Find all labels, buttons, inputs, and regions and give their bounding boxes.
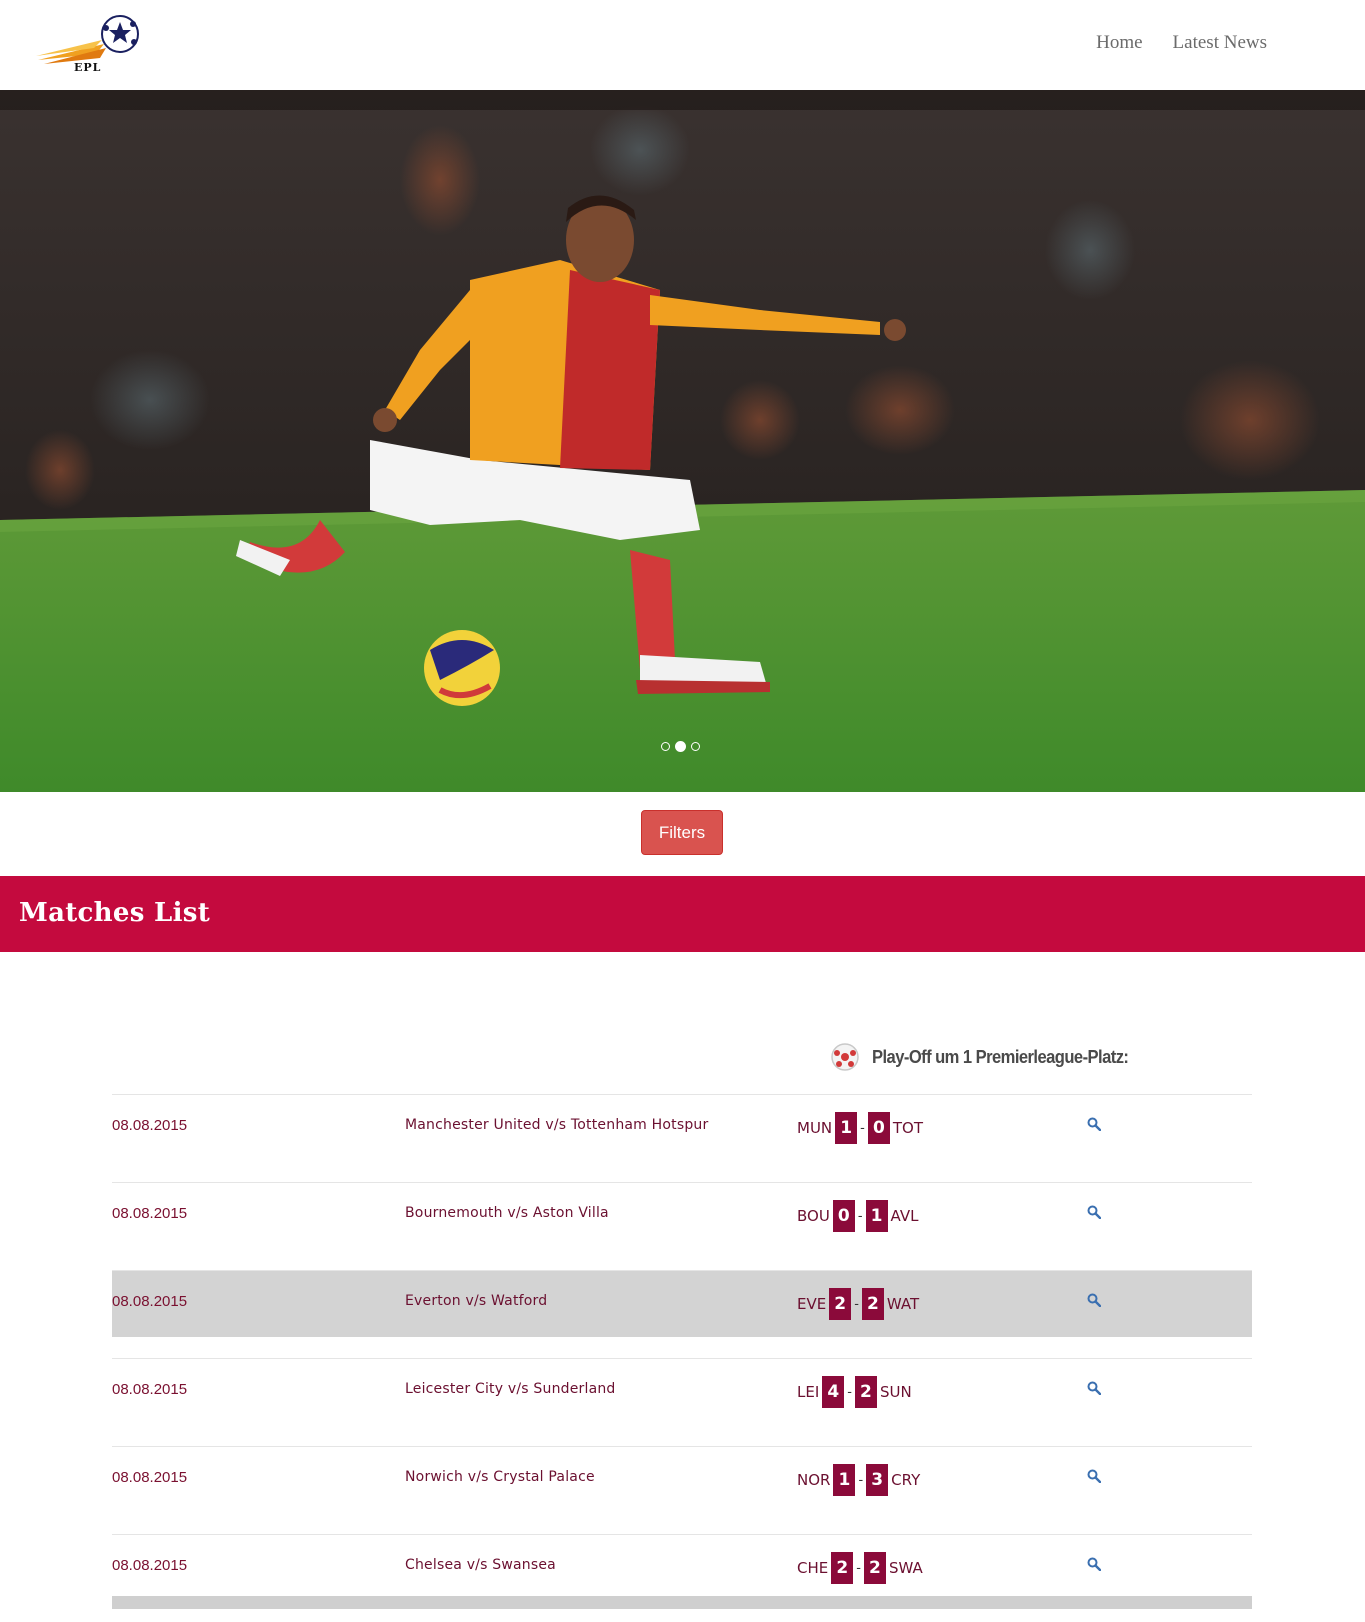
match-score: EVE 2 - 2 WAT — [794, 1287, 922, 1321]
score-separator: - — [856, 1560, 861, 1576]
away-team-code: SUN — [879, 1383, 912, 1401]
matches-list-banner: Matches List — [0, 876, 1365, 952]
match-teams: Norwich v/s Crystal Palace — [405, 1469, 595, 1485]
match-date: 08.08.2015 — [112, 1469, 188, 1486]
match-row[interactable]: 08.08.2015 Leicester City v/s Sunderland… — [112, 1358, 1252, 1425]
match-row[interactable]: 08.08.2015 Bournemouth v/s Aston Villa B… — [112, 1182, 1252, 1249]
away-score: 2 — [863, 1552, 886, 1584]
match-score: LEI 4 - 2 SUN — [794, 1375, 915, 1409]
match-score: MUN 1 - 0 TOT — [794, 1111, 926, 1145]
home-team-code: NOR — [797, 1471, 831, 1489]
carousel-dot-2[interactable] — [675, 741, 686, 752]
match-teams: Bournemouth v/s Aston Villa — [405, 1205, 609, 1221]
home-score: 0 — [832, 1200, 855, 1232]
match-row[interactable]: 08.08.2015 Norwich v/s Crystal Palace NO… — [112, 1446, 1252, 1513]
match-teams: Everton v/s Watford — [405, 1293, 548, 1309]
away-team-code: CRY — [891, 1471, 921, 1489]
carousel-dot-1[interactable] — [661, 742, 670, 751]
match-date: 08.08.2015 — [112, 1557, 188, 1574]
match-date: 08.08.2015 — [112, 1117, 188, 1134]
away-score: 2 — [854, 1376, 877, 1408]
away-score: 1 — [865, 1200, 888, 1232]
search-icon[interactable] — [1087, 1117, 1101, 1131]
match-row[interactable]: 08.08.2015 Manchester United v/s Tottenh… — [112, 1094, 1252, 1161]
match-date: 08.08.2015 — [112, 1381, 188, 1398]
soccer-ball-icon — [831, 1043, 859, 1071]
match-score: BOU 0 - 1 AVL — [794, 1199, 921, 1233]
away-team-code: TOT — [892, 1119, 923, 1137]
league-header: Play-Off um 1 Premierleague-Platz: — [830, 1042, 1151, 1072]
match-date: 08.08.2015 — [112, 1293, 188, 1310]
home-score: 1 — [833, 1464, 856, 1496]
match-score: NOR 1 - 3 CRY — [794, 1463, 923, 1497]
search-icon[interactable] — [1087, 1469, 1101, 1483]
carousel-dot-3[interactable] — [691, 742, 700, 751]
match-teams: Chelsea v/s Swansea — [405, 1557, 556, 1573]
main-nav: Home Latest News — [1096, 32, 1267, 54]
navbar: EPL Home Latest News — [0, 0, 1365, 90]
table-bottom-bar — [112, 1596, 1252, 1609]
score-separator: - — [858, 1472, 864, 1488]
home-score: 2 — [831, 1552, 854, 1584]
score-separator: - — [860, 1120, 865, 1136]
nav-latest-news[interactable]: Latest News — [1173, 32, 1267, 54]
home-team-code: LEI — [797, 1383, 820, 1401]
matches-list-title: Matches List — [19, 898, 211, 928]
home-team-code: MUN — [797, 1119, 833, 1137]
league-title: Play-Off um 1 Premierleague-Platz: — [872, 1046, 1129, 1067]
home-score: 1 — [835, 1112, 858, 1144]
search-icon[interactable] — [1087, 1293, 1101, 1307]
hero-football-image — [0, 90, 1365, 792]
logo-text: EPL — [74, 61, 102, 74]
matches-table: 08.08.2015 Manchester United v/s Tottenh… — [112, 1094, 1252, 1622]
carousel-indicators — [661, 741, 700, 752]
match-date: 08.08.2015 — [112, 1205, 188, 1222]
score-separator: - — [857, 1208, 863, 1224]
nav-home[interactable]: Home — [1096, 32, 1142, 54]
match-row[interactable]: 08.08.2015 Chelsea v/s Swansea CHE 2 - 2… — [112, 1534, 1252, 1601]
search-icon[interactable] — [1087, 1381, 1101, 1395]
match-score: CHE 2 - 2 SWA — [794, 1551, 926, 1585]
match-teams: Manchester United v/s Tottenham Hotspur — [405, 1117, 709, 1133]
home-team-code: EVE — [797, 1295, 827, 1313]
epl-logo[interactable]: EPL — [34, 14, 144, 80]
away-score: 3 — [866, 1464, 889, 1496]
score-separator: - — [847, 1384, 852, 1400]
score-separator: - — [854, 1296, 859, 1312]
home-score: 4 — [822, 1376, 845, 1408]
search-icon[interactable] — [1087, 1205, 1101, 1219]
search-icon[interactable] — [1087, 1557, 1101, 1571]
home-score: 2 — [829, 1288, 852, 1320]
away-team-code: AVL — [890, 1207, 919, 1225]
home-team-code: CHE — [797, 1559, 829, 1577]
away-team-code: SWA — [888, 1559, 923, 1577]
away-team-code: WAT — [886, 1295, 920, 1313]
match-row[interactable]: 08.08.2015 Everton v/s Watford EVE 2 - 2… — [112, 1270, 1252, 1337]
match-teams: Leicester City v/s Sunderland — [405, 1381, 616, 1397]
away-score: 0 — [867, 1112, 890, 1144]
home-team-code: BOU — [797, 1207, 830, 1225]
hero-carousel[interactable] — [0, 90, 1365, 792]
away-score: 2 — [861, 1288, 884, 1320]
filters-button[interactable]: Filters — [641, 810, 723, 855]
